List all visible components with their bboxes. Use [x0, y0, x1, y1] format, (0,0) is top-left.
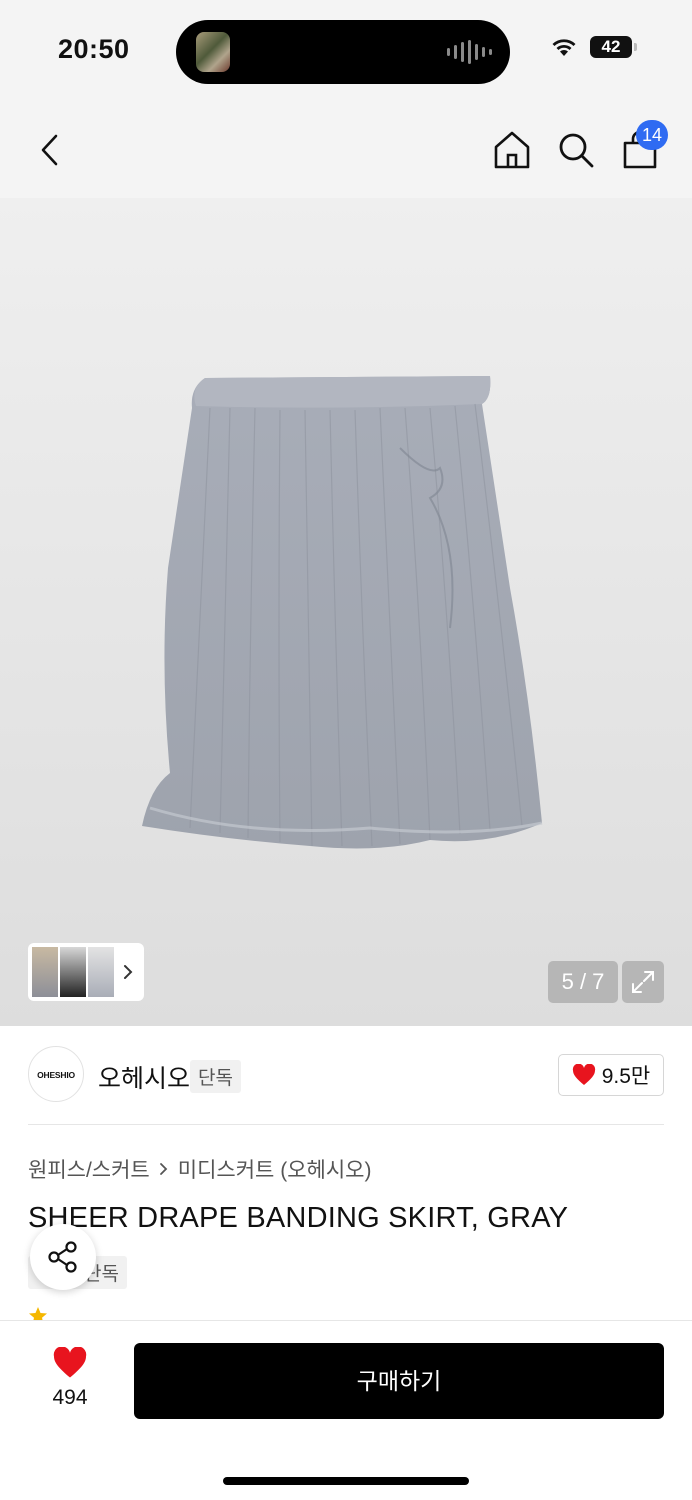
brand-logo[interactable]: OHESHIO: [28, 1046, 84, 1102]
cart-count-badge: 14: [636, 120, 668, 150]
heart-icon: [53, 1346, 87, 1378]
chevron-right-icon: [159, 1163, 168, 1175]
breadcrumb: 원피스/스커트 미디스커트 (오헤시오): [28, 1154, 371, 1184]
dynamic-island[interactable]: [176, 20, 510, 84]
bottom-action-bar: 494 구매하기: [0, 1320, 692, 1500]
product-image-skirt: [142, 376, 543, 849]
thumbnail-image[interactable]: [32, 947, 58, 997]
chevron-right-icon: [124, 965, 133, 979]
brand-name[interactable]: 오헤시오: [98, 1059, 190, 1095]
battery-indicator: 42: [590, 36, 637, 58]
brand-row: OHESHIO 오헤시오 단독 9.5만: [28, 1046, 664, 1106]
chevron-left-icon: [41, 134, 58, 166]
home-indicator: [223, 1477, 469, 1485]
buy-button[interactable]: 구매하기: [134, 1343, 664, 1419]
share-icon: [48, 1241, 77, 1273]
rating-row-partial: [28, 1306, 48, 1320]
breadcrumb-subcategory[interactable]: 미디스커트 (오헤시오): [178, 1154, 372, 1184]
breadcrumb-category[interactable]: 원피스/스커트: [28, 1154, 150, 1184]
status-bar: 20:50 42: [0, 0, 692, 104]
exclusive-badge: 단독: [190, 1060, 241, 1093]
product-title: SHEER DRAPE BANDING SKIRT, GRAY: [28, 1202, 569, 1234]
expand-image-button[interactable]: [622, 961, 664, 1003]
star-icon: [29, 1307, 47, 1320]
audio-waveform-icon: [447, 40, 492, 64]
thumbnail-image[interactable]: [60, 947, 86, 997]
back-button[interactable]: [26, 126, 74, 174]
wishlist-button[interactable]: 494: [42, 1346, 98, 1410]
heart-icon: [572, 1064, 595, 1085]
image-counter: 5 / 7: [548, 961, 618, 1003]
cart-button[interactable]: 14: [616, 120, 668, 174]
search-icon: [559, 133, 594, 168]
brand-like-button[interactable]: 9.5만: [558, 1054, 664, 1096]
home-icon: [494, 131, 530, 169]
navigation-bar: 14: [0, 104, 692, 198]
wifi-icon: [552, 39, 576, 56]
expand-icon: [632, 971, 654, 993]
divider: [28, 1124, 664, 1125]
wishlist-count: 494: [52, 1386, 88, 1409]
search-button[interactable]: [552, 126, 600, 174]
thumbnail-image[interactable]: [88, 947, 114, 997]
product-image-gallery[interactable]: 5 / 7: [0, 198, 692, 1026]
now-playing-thumbnail: [196, 32, 230, 72]
home-button[interactable]: [488, 126, 536, 174]
status-time: 20:50: [58, 34, 130, 64]
thumbnail-strip[interactable]: [28, 943, 144, 1001]
brand-like-count: 9.5만: [601, 1065, 651, 1088]
share-button[interactable]: [30, 1224, 96, 1290]
